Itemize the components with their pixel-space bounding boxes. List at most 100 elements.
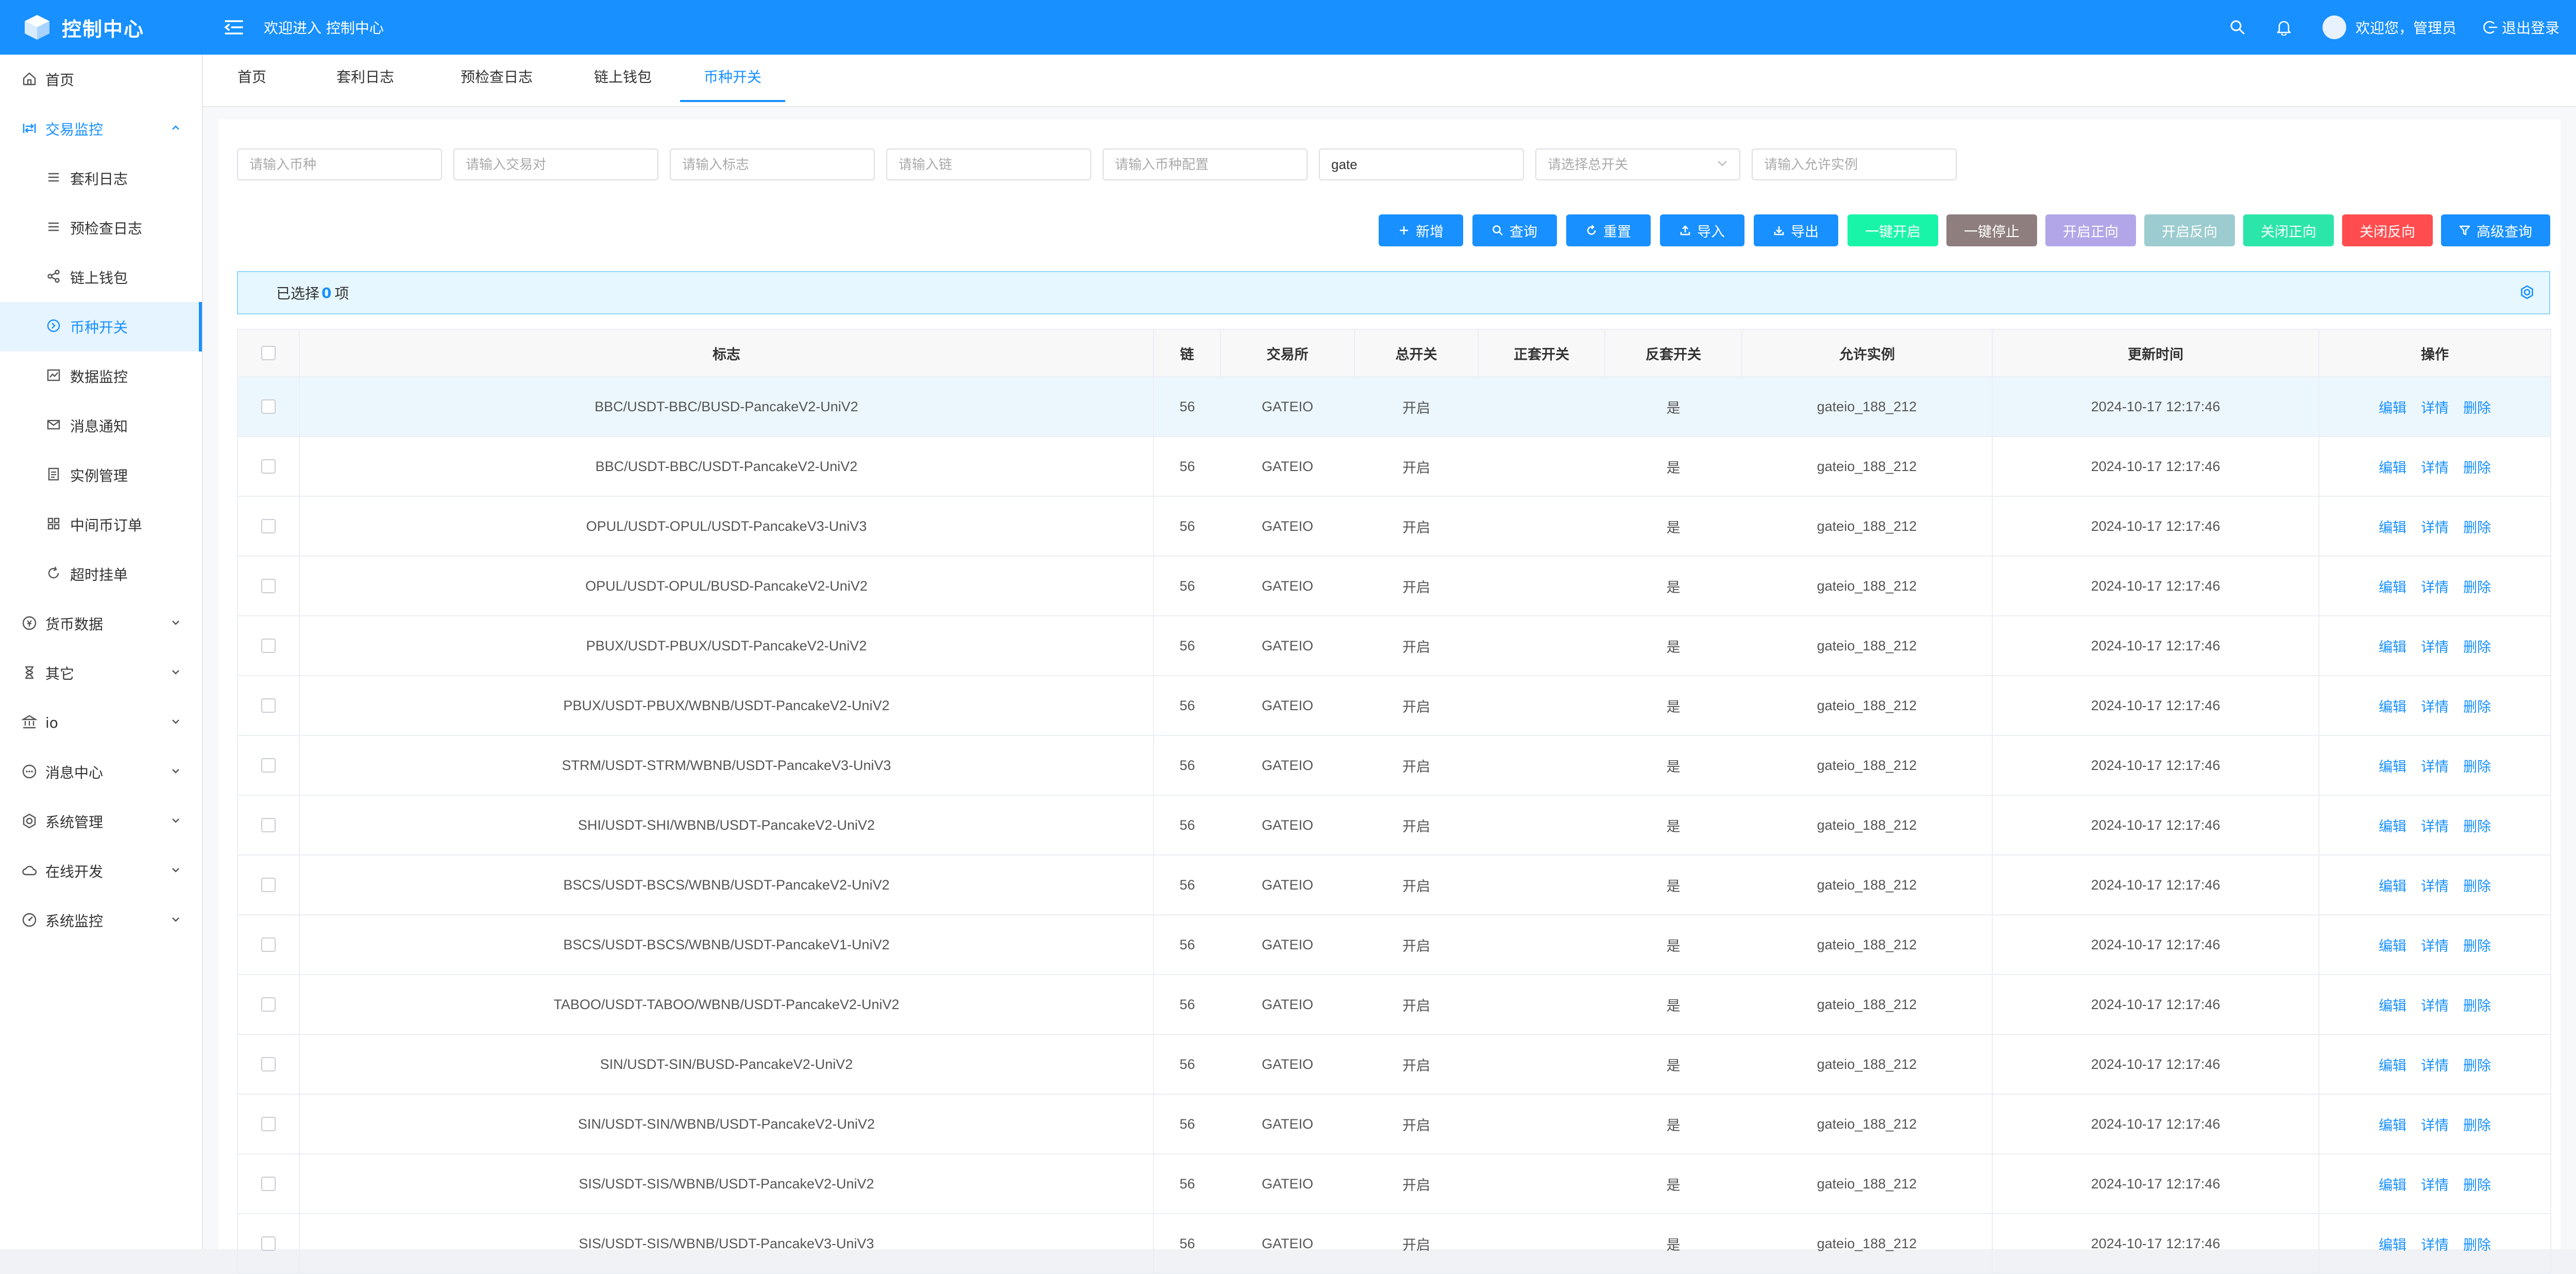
tab-home[interactable]: 首页 [224,55,280,100]
detail-link[interactable]: 详情 [2421,819,2449,834]
row-checkbox[interactable] [261,1057,276,1071]
edit-link[interactable]: 编辑 [2379,699,2406,715]
edit-link[interactable]: 编辑 [2379,640,2406,655]
sidebar-item-timeout-orders[interactable]: 超时挂单 [0,549,202,599]
row-checkbox[interactable] [261,519,276,533]
edit-link[interactable]: 编辑 [2379,1178,2406,1193]
delete-link[interactable]: 删除 [2463,1118,2491,1133]
advanced-query-button[interactable]: 高级查询 [2441,214,2550,246]
main-switch-select[interactable]: 请选择总开关 [1535,148,1740,180]
exchange-input[interactable]: gate [1319,148,1524,180]
edit-link[interactable]: 编辑 [2379,759,2406,775]
column-header[interactable]: 允许实例 [1741,329,1993,377]
table-row[interactable]: BSCS/USDT-BSCS/WBNB/USDT-PancakeV2-UniV2… [237,854,2551,915]
column-header[interactable]: 正套开关 [1478,329,1605,377]
table-row[interactable]: BBC/USDT-BBC/USDT-PancakeV2-UniV2 56 GATEI… [237,436,2551,497]
close-forward-button[interactable]: 关闭正向 [2243,214,2334,246]
table-row[interactable]: STRM/USDT-STRM/WBNB/USDT-PancakeV3-UniV3… [237,735,2551,796]
row-checkbox[interactable] [261,1177,276,1191]
coin-config-input[interactable]: 请输入币种配置 [1103,148,1308,180]
sidebar-item-currency-data[interactable]: 货币数据 [0,599,202,648]
gear-icon[interactable] [2519,284,2535,300]
tab-arbitrage-log[interactable]: 套利日志 [321,55,409,100]
row-checkbox[interactable] [261,937,276,952]
stop-all-button[interactable]: 一键停止 [1946,214,2037,246]
column-header[interactable]: 反套开关 [1604,329,1742,377]
row-checkbox[interactable] [261,1117,276,1131]
edit-link[interactable]: 编辑 [2379,819,2406,834]
sidebar-item-instance-manage[interactable]: 实例管理 [0,450,202,500]
sidebar-item-other[interactable]: 其它 [0,648,202,698]
reset-button[interactable]: 重置 [1566,214,1651,246]
edit-link[interactable]: 编辑 [2379,460,2406,476]
detail-link[interactable]: 详情 [2421,1237,2449,1253]
detail-link[interactable]: 详情 [2421,1058,2449,1074]
sidebar-item-onchain-wallet[interactable]: 链上钱包 [0,253,202,302]
delete-link[interactable]: 删除 [2463,998,2491,1014]
search-icon[interactable] [2230,20,2245,35]
bell-icon[interactable] [2276,19,2292,36]
edit-link[interactable]: 编辑 [2379,1237,2406,1253]
table-row[interactable]: BSCS/USDT-BSCS/WBNB/USDT-PancakeV1-UniV2… [237,914,2551,975]
row-checkbox[interactable] [261,639,276,653]
detail-link[interactable]: 详情 [2421,640,2449,655]
pair-input[interactable]: 请输入交易对 [453,148,658,180]
row-checkbox[interactable] [261,579,276,593]
delete-link[interactable]: 删除 [2463,759,2491,775]
delete-link[interactable]: 删除 [2463,460,2491,476]
export-button[interactable]: 导出 [1754,214,1838,246]
sidebar-item-intermediate-orders[interactable]: 中间币订单 [0,500,202,549]
table-row[interactable]: TABOO/USDT-TABOO/WBNB/USDT-PancakeV2-Uni… [237,974,2551,1035]
table-row[interactable]: PBUX/USDT-PBUX/WBNB/USDT-PancakeV2-UniV2… [237,675,2551,736]
detail-link[interactable]: 详情 [2421,699,2449,715]
row-checkbox[interactable] [261,1236,276,1251]
table-row[interactable]: SIS/USDT-SIS/WBNB/USDT-PancakeV2-UniV2 56… [237,1153,2551,1214]
delete-link[interactable]: 删除 [2463,879,2491,894]
detail-link[interactable]: 详情 [2421,460,2449,476]
sidebar-item-coin-switch[interactable]: 币种开关 [0,302,202,351]
sidebar-item-message-center[interactable]: 消息中心 [0,747,202,797]
delete-link[interactable]: 删除 [2463,580,2491,595]
row-checkbox[interactable] [261,459,276,474]
edit-link[interactable]: 编辑 [2379,998,2406,1014]
column-header[interactable]: 总开关 [1354,329,1479,377]
avatar[interactable] [2322,15,2346,39]
sidebar-item-system-manage[interactable]: 系统管理 [0,797,202,846]
open-forward-button[interactable]: 开启正向 [2045,214,2136,246]
delete-link[interactable]: 删除 [2463,520,2491,535]
coin-input[interactable]: 请输入币种 [237,148,442,180]
menu-collapse-icon[interactable] [224,18,244,37]
column-header[interactable]: 交易所 [1220,329,1355,377]
edit-link[interactable]: 编辑 [2379,580,2406,595]
delete-link[interactable]: 删除 [2463,400,2491,416]
open-reverse-button[interactable]: 开启反向 [2144,214,2235,246]
edit-link[interactable]: 编辑 [2379,400,2406,416]
row-checkbox[interactable] [261,997,276,1012]
detail-link[interactable]: 详情 [2421,520,2449,535]
detail-link[interactable]: 详情 [2421,1178,2449,1193]
sidebar-item-data-monitor[interactable]: 数据监控 [0,351,202,401]
column-header[interactable]: 更新时间 [1992,329,2319,377]
tab-precheck-log[interactable]: 预检查日志 [445,55,548,100]
row-checkbox[interactable] [261,399,276,414]
sidebar-item-trade-monitor[interactable]: 交易监控 [0,104,202,154]
detail-link[interactable]: 详情 [2421,1118,2449,1133]
sidebar-item-message-notify[interactable]: 消息通知 [0,401,202,450]
edit-link[interactable]: 编辑 [2379,1058,2406,1074]
logout-button[interactable]: 退出登录 [2483,17,2560,38]
edit-link[interactable]: 编辑 [2379,938,2406,954]
table-row[interactable]: OPUL/USDT-OPUL/BUSD-PancakeV2-UniV2 56 GAT… [237,556,2551,616]
table-row[interactable]: SHI/USDT-SHI/WBNB/USDT-PancakeV2-UniV2 56… [237,795,2551,856]
sidebar-item-system-monitor[interactable]: 系统监控 [0,896,202,945]
edit-link[interactable]: 编辑 [2379,1118,2406,1133]
sidebar-item-precheck-log[interactable]: 预检查日志 [0,203,202,253]
sidebar-item-arbitrage-log[interactable]: 套利日志 [0,154,202,203]
chain-input[interactable]: 请输入链 [886,148,1091,180]
row-checkbox[interactable] [261,818,276,832]
column-header[interactable]: 操作 [2318,329,2551,377]
close-reverse-button[interactable]: 关闭反向 [2342,214,2433,246]
instance-input[interactable]: 请输入允许实例 [1752,148,1957,180]
tab-coin-switch[interactable]: 币种开关 [680,55,785,102]
delete-link[interactable]: 删除 [2463,1178,2491,1193]
sidebar-item-io[interactable]: io [0,698,202,747]
